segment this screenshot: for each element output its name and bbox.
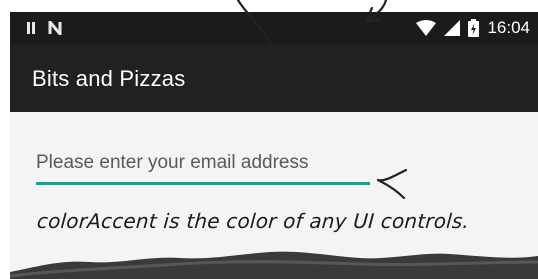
screenshot-frame: 16:04 Bits and Pizzas colorAccent is the… [0, 0, 538, 279]
annotation-overlay [9, 0, 538, 279]
arrow-to-statusbar [364, 0, 388, 23]
arrow-to-email-field [376, 168, 408, 200]
torn-paper-edge [10, 251, 538, 279]
arrow-to-appbar [236, 0, 286, 68]
